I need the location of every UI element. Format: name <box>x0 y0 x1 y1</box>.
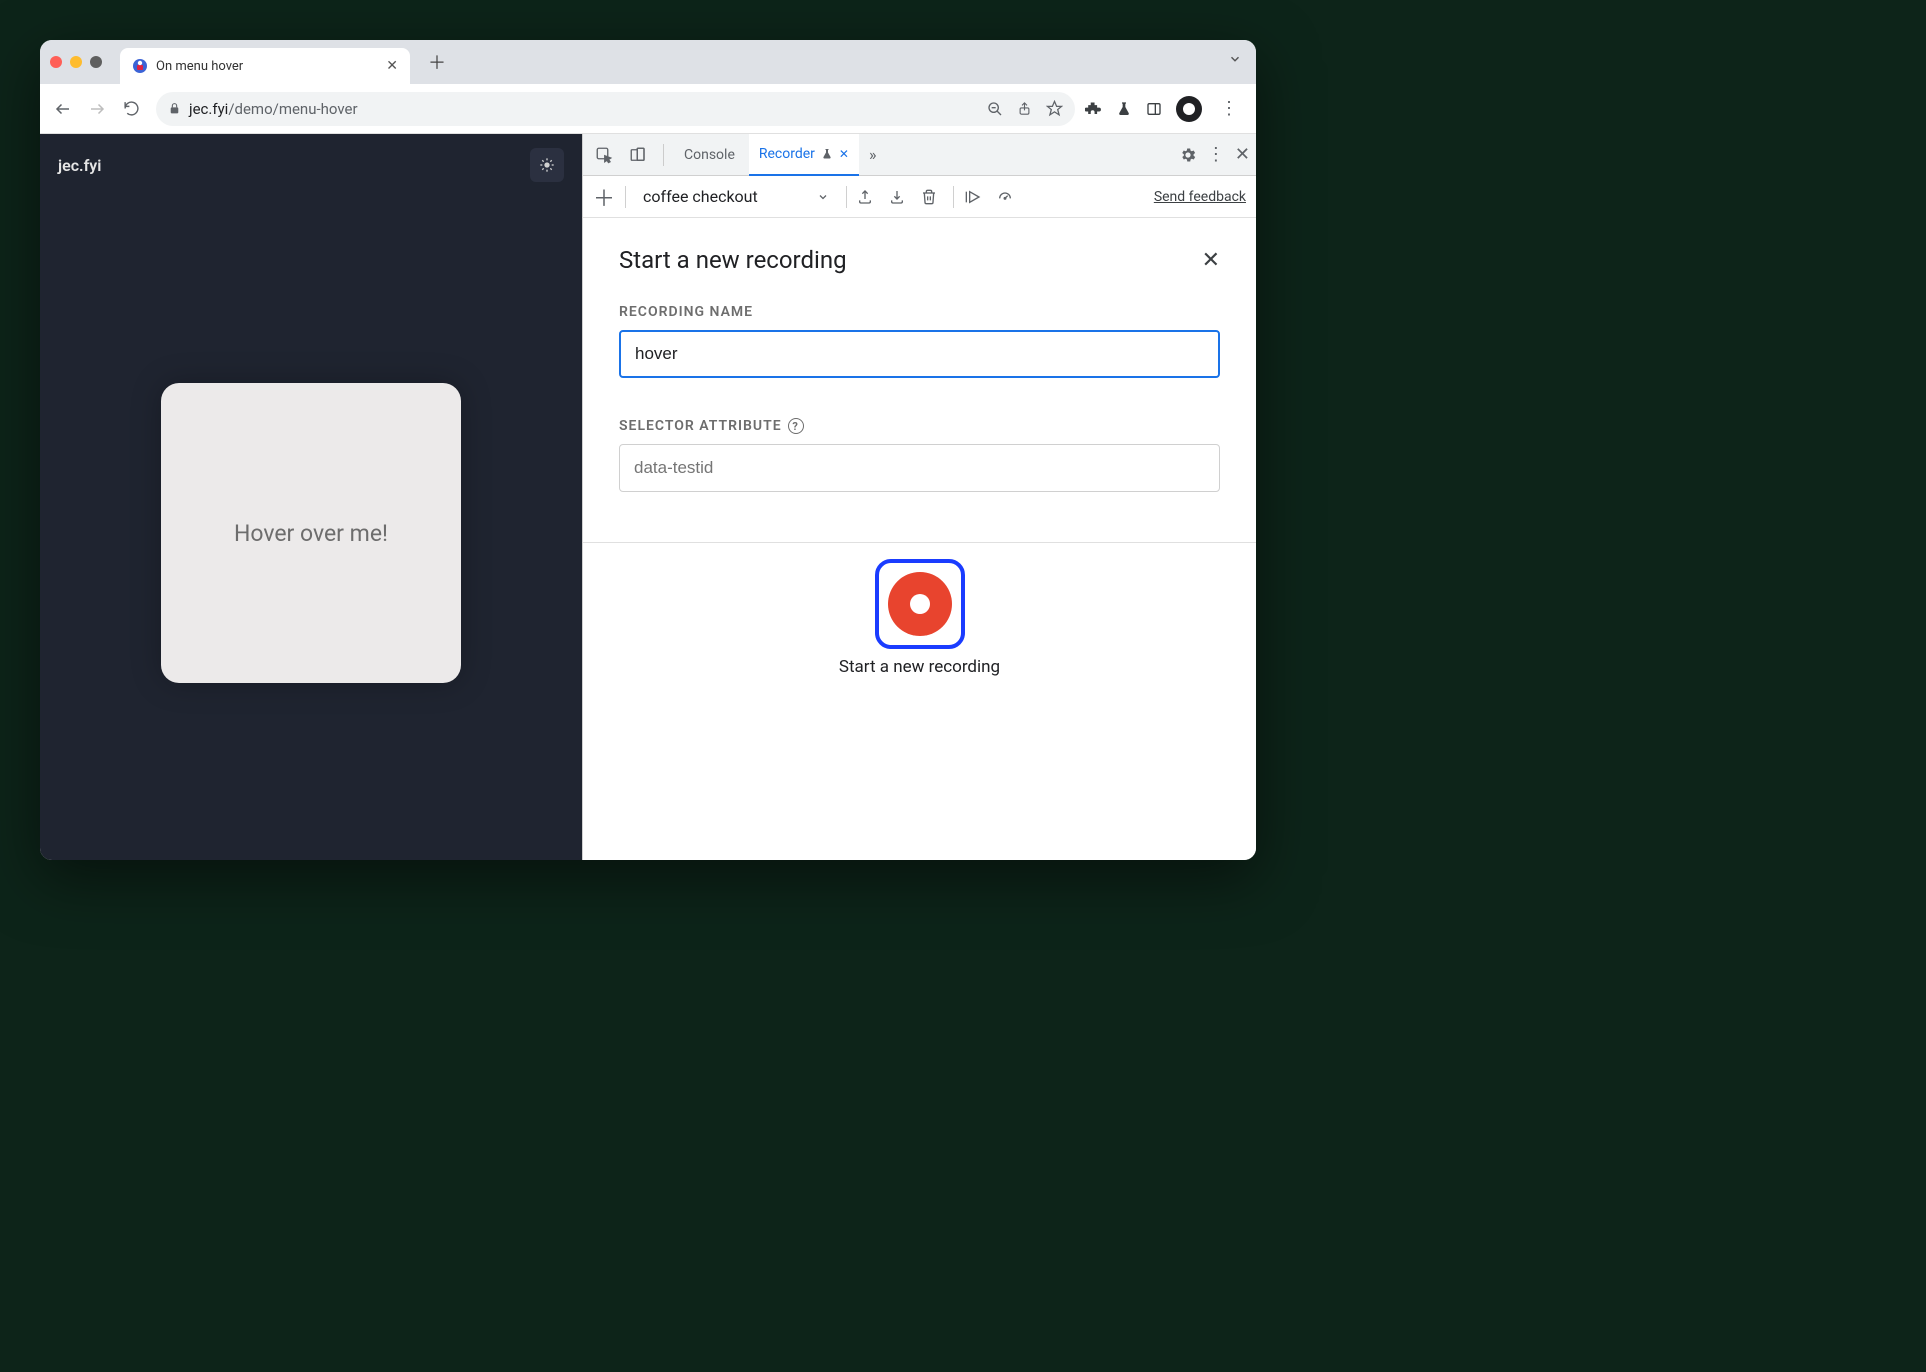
export-icon[interactable] <box>857 189 879 205</box>
import-icon[interactable] <box>889 189 911 205</box>
minimize-window-button[interactable] <box>70 56 82 68</box>
theme-toggle-button[interactable] <box>530 148 564 182</box>
recording-name-input[interactable] <box>619 330 1220 378</box>
new-tab-button[interactable]: ＋ <box>420 45 454 79</box>
browser-toolbar-icons: ⋮ <box>1085 96 1248 122</box>
devtools-panel: Console Recorder ✕ » ⋮ ✕ ＋ <box>582 134 1256 860</box>
devtools-menu-button[interactable]: ⋮ <box>1207 144 1225 165</box>
lock-icon <box>168 102 181 115</box>
address-bar[interactable]: jec.fyi/demo/menu-hover <box>156 92 1075 126</box>
omnibox-actions <box>987 100 1063 117</box>
url-text: jec.fyi/demo/menu-hover <box>189 100 358 118</box>
labs-icon[interactable] <box>1116 101 1132 117</box>
recorder-toolbar: ＋ coffee checkout Send feedback <box>583 176 1256 218</box>
forward-button[interactable] <box>82 94 112 124</box>
hover-card[interactable]: Hover over me! <box>161 383 461 683</box>
tab-recorder[interactable]: Recorder ✕ <box>749 134 859 176</box>
device-toolbar-button[interactable] <box>623 140 653 170</box>
devtools-tab-bar: Console Recorder ✕ » ⋮ ✕ <box>583 134 1256 176</box>
panel-title: Start a new recording <box>619 246 847 274</box>
recording-select[interactable]: coffee checkout <box>636 182 836 211</box>
close-tab-button[interactable]: ✕ <box>386 58 398 74</box>
panel-icon[interactable] <box>1146 101 1162 117</box>
content-row: jec.fyi Hover over me! Console <box>40 134 1256 860</box>
browser-tab[interactable]: On menu hover ✕ <box>120 48 410 84</box>
page-header: jec.fyi <box>40 134 582 196</box>
site-logo[interactable]: jec.fyi <box>58 156 101 175</box>
tab-strip: On menu hover ✕ ＋ <box>40 40 1256 84</box>
browser-menu-button[interactable]: ⋮ <box>1216 98 1242 119</box>
start-recording-button[interactable] <box>875 559 965 649</box>
add-recording-button[interactable]: ＋ <box>593 181 615 213</box>
page-viewport: jec.fyi Hover over me! <box>40 134 582 860</box>
hover-card-text: Hover over me! <box>234 520 388 547</box>
extensions-icon[interactable] <box>1085 100 1102 117</box>
slow-replay-icon[interactable] <box>996 189 1018 205</box>
chevron-down-icon <box>817 191 829 203</box>
selector-attribute-label: SELECTOR ATTRIBUTE ? <box>619 418 1220 434</box>
back-button[interactable] <box>48 94 78 124</box>
zoom-out-icon[interactable] <box>987 101 1003 117</box>
start-recording-label: Start a new recording <box>839 657 1000 677</box>
inspect-element-button[interactable] <box>589 140 619 170</box>
window-controls <box>50 56 102 68</box>
favicon-icon <box>132 58 148 74</box>
recorder-footer: Start a new recording <box>583 542 1256 701</box>
recording-name-label: RECORDING NAME <box>619 304 1220 320</box>
gear-icon[interactable] <box>1179 146 1197 164</box>
maximize-window-button[interactable] <box>90 56 102 68</box>
replay-icon[interactable] <box>964 189 986 205</box>
more-tabs-button[interactable]: » <box>863 145 883 164</box>
delete-icon[interactable] <box>921 189 943 205</box>
close-recorder-tab[interactable]: ✕ <box>839 147 849 161</box>
selector-attribute-input[interactable] <box>619 444 1220 492</box>
panel-close-button[interactable]: ✕ <box>1202 248 1220 273</box>
profile-avatar[interactable] <box>1176 96 1202 122</box>
browser-window: On menu hover ✕ ＋ jec.fyi/demo/menu-hove… <box>40 40 1256 860</box>
chevron-down-icon[interactable] <box>1228 52 1242 66</box>
help-icon[interactable]: ? <box>788 418 804 434</box>
recorder-body: Start a new recording ✕ RECORDING NAME S… <box>583 218 1256 860</box>
tab-console[interactable]: Console <box>674 134 745 176</box>
devtools-close-button[interactable]: ✕ <box>1235 144 1250 165</box>
bookmark-icon[interactable] <box>1046 100 1063 117</box>
reload-button[interactable] <box>116 94 146 124</box>
tab-title: On menu hover <box>156 59 378 74</box>
address-bar-row: jec.fyi/demo/menu-hover ⋮ <box>40 84 1256 134</box>
flask-icon <box>821 148 833 160</box>
send-feedback-link[interactable]: Send feedback <box>1154 189 1246 205</box>
record-icon <box>888 572 952 636</box>
share-icon[interactable] <box>1017 101 1032 116</box>
recording-select-value: coffee checkout <box>643 187 758 206</box>
close-window-button[interactable] <box>50 56 62 68</box>
